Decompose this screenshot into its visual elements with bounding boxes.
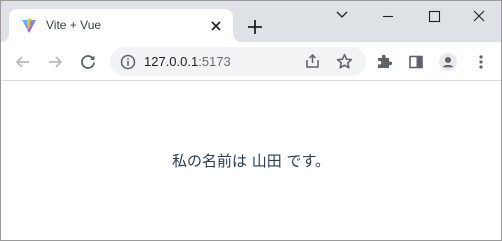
kebab-menu-icon [479, 55, 483, 69]
tab-strip: Vite + Vue [1, 1, 501, 42]
forward-button[interactable] [41, 48, 69, 76]
share-button[interactable] [300, 49, 325, 74]
profile-button[interactable] [434, 48, 462, 76]
info-icon[interactable] [119, 53, 137, 71]
arrow-left-icon [15, 56, 29, 68]
reload-icon [81, 55, 95, 69]
page-content: 私の名前は 山田 です。 [1, 81, 501, 240]
minimize-button[interactable] [365, 1, 411, 31]
address-bar[interactable]: 127.0.0.1:5173 [110, 47, 366, 76]
bookmark-button[interactable] [332, 49, 357, 74]
maximize-icon [428, 10, 441, 23]
side-panel-button[interactable] [402, 48, 430, 76]
url-text[interactable]: 127.0.0.1:5173 [144, 54, 231, 69]
share-icon [306, 53, 319, 68]
vite-logo-icon [22, 18, 36, 33]
back-button[interactable] [9, 48, 37, 76]
side-panel-icon [409, 55, 423, 69]
tab-close-button[interactable] [207, 17, 225, 35]
profile-icon [439, 53, 457, 71]
close-icon [211, 21, 221, 31]
toolbar: 127.0.0.1:5173 [1, 42, 501, 81]
plus-icon [248, 20, 262, 34]
extensions-button[interactable] [370, 48, 398, 76]
tab-search-button[interactable] [319, 1, 365, 31]
tab-title: Vite + Vue [46, 18, 102, 32]
minimize-icon [383, 15, 393, 18]
close-icon [473, 10, 485, 22]
reload-button[interactable] [74, 48, 102, 76]
maximize-button[interactable] [411, 1, 457, 31]
puzzle-icon [378, 54, 393, 68]
new-tab-button[interactable] [243, 15, 267, 39]
greeting-text: 私の名前は 山田 です。 [171, 152, 331, 170]
arrow-right-icon [49, 56, 63, 68]
url-port: :5173 [198, 54, 231, 69]
url-host: 127.0.0.1 [144, 54, 199, 69]
window-close-button[interactable] [456, 1, 501, 31]
tab-vite-vue[interactable]: Vite + Vue [9, 9, 233, 42]
chevron-down-icon [336, 11, 348, 18]
menu-button[interactable] [467, 48, 495, 76]
star-icon [336, 53, 353, 69]
browser-window: Vite + Vue 127.0.0.1:5173 私の名前は 山田 です。 [0, 0, 502, 241]
